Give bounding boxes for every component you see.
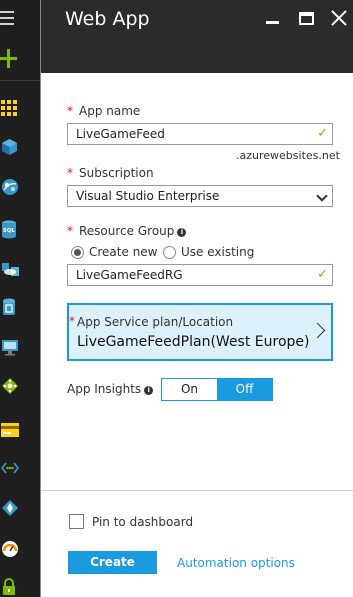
valid-check-icon: ✓ (317, 267, 328, 282)
radio-selected-icon (71, 245, 84, 259)
resource-group-label: * Resource Group i (67, 224, 187, 238)
dashboard-grid-icon[interactable] (0, 96, 40, 120)
subscriptions-card-icon[interactable] (0, 418, 40, 442)
app-service-plan-selector[interactable]: * App Service plan/Location LiveGameFeedP… (67, 303, 333, 361)
automation-options-link[interactable]: Automation options (177, 556, 295, 570)
blade-header: Web App (41, 0, 353, 73)
app-insights-toggle[interactable]: On Off (161, 378, 273, 401)
service-plan-label: * App Service plan/Location (69, 314, 234, 329)
storage-icon[interactable] (0, 295, 40, 319)
radio-unselected-icon (163, 245, 176, 259)
required-asterisk: * (69, 314, 75, 328)
chevron-down-icon (316, 190, 328, 202)
resource-cube-icon[interactable] (0, 135, 40, 159)
app-insights-label: App Insights i (67, 382, 154, 396)
minimize-icon[interactable] (265, 12, 281, 26)
app-name-value: LiveGameFeed (76, 127, 165, 141)
advisor-gauge-icon[interactable] (0, 537, 40, 561)
left-nav-rail: SQL (0, 0, 40, 597)
cloud-services-icon[interactable] (0, 257, 40, 281)
required-asterisk: * (67, 104, 73, 118)
create-new-radio[interactable]: Create new (71, 245, 158, 259)
hamburger-menu-icon[interactable] (0, 0, 40, 38)
create-button[interactable]: Create (68, 551, 157, 574)
security-lock-icon[interactable] (0, 575, 40, 597)
virtual-machine-icon[interactable] (0, 335, 40, 359)
subscription-value: Visual Studio Enterprise (76, 189, 220, 203)
pin-to-dashboard[interactable]: Pin to dashboard (69, 514, 193, 529)
app-services-icon[interactable] (0, 175, 40, 199)
virtual-network-icon[interactable] (0, 456, 40, 480)
use-existing-radio[interactable]: Use existing (163, 245, 254, 259)
info-icon[interactable]: i (177, 228, 187, 237)
footer-divider (41, 490, 353, 491)
resource-group-value: LiveGameFeedRG (76, 268, 183, 282)
toggle-off-option[interactable]: Off (217, 379, 272, 400)
maximize-icon[interactable] (299, 12, 315, 26)
valid-check-icon: ✓ (317, 126, 328, 141)
web-app-blade: Web App * App name LiveGameFeed ✓ .azurew… (40, 0, 353, 597)
required-asterisk: * (67, 224, 73, 238)
toggle-on-option[interactable]: On (162, 379, 217, 400)
service-plan-value: LiveGameFeedPlan(West Europe) (77, 334, 310, 350)
resource-group-input[interactable]: LiveGameFeedRG ✓ (67, 264, 333, 286)
monitor-diamond-icon[interactable] (0, 496, 40, 520)
subscription-label: * Subscription (67, 166, 154, 180)
chevron-right-icon (309, 322, 326, 339)
close-icon[interactable] (330, 10, 348, 28)
required-asterisk: * (67, 166, 73, 180)
app-name-input[interactable]: LiveGameFeed ✓ (67, 123, 333, 145)
app-name-label: * App name (67, 104, 141, 118)
svg-text:SQL: SQL (3, 228, 16, 234)
rail-divider (0, 80, 40, 81)
domain-suffix: .azurewebsites.net (236, 149, 340, 162)
info-icon[interactable]: i (144, 386, 154, 395)
service-fabric-icon[interactable] (0, 374, 40, 398)
new-plus-icon[interactable] (0, 46, 40, 72)
sql-database-icon[interactable]: SQL (0, 217, 40, 241)
subscription-select[interactable]: Visual Studio Enterprise (67, 185, 333, 207)
pin-checkbox[interactable] (69, 514, 84, 529)
blade-title: Web App (65, 8, 150, 30)
